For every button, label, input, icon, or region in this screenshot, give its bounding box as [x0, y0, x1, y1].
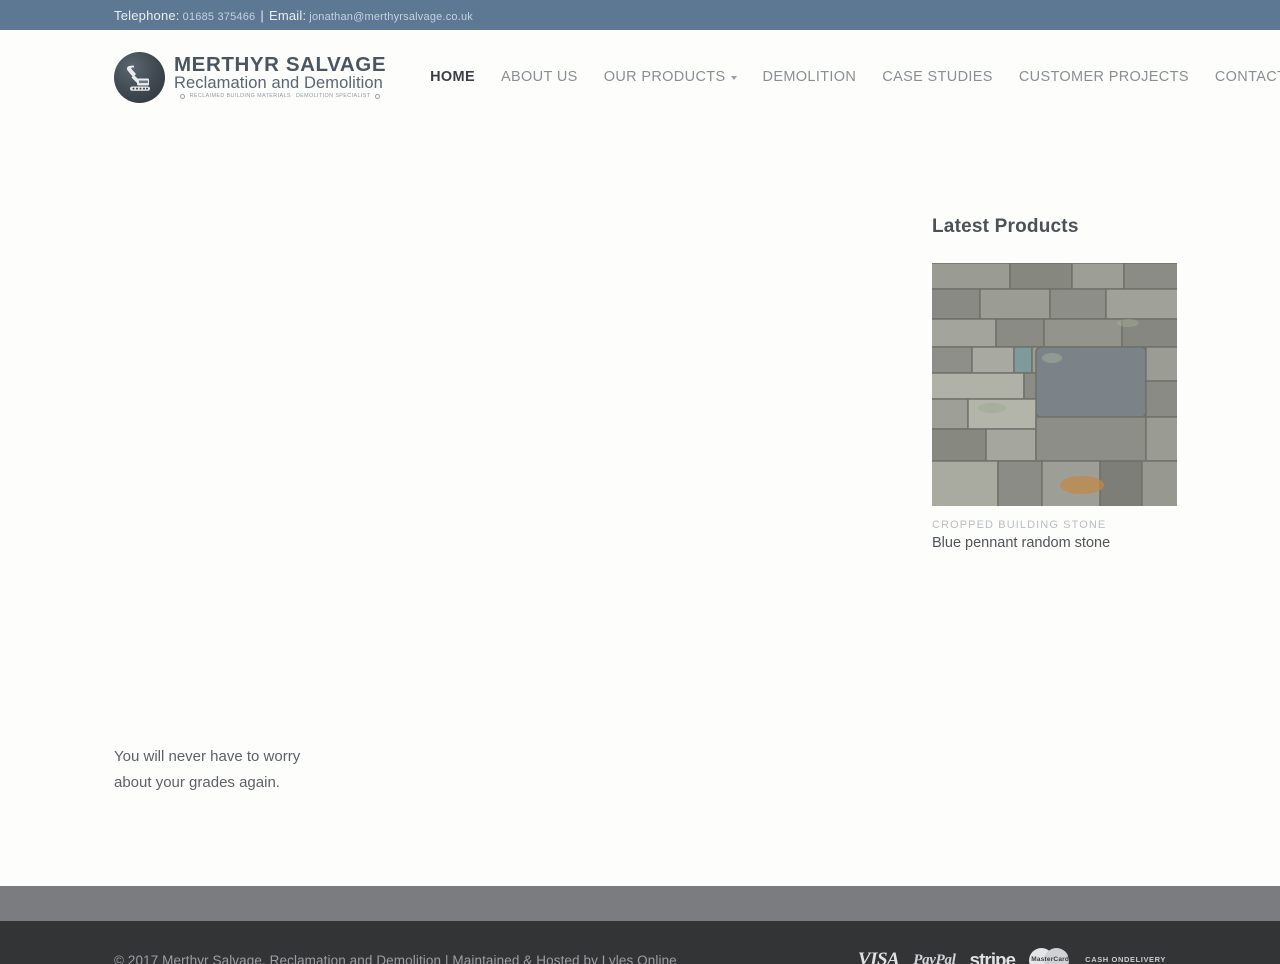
visa-icon: VISA [857, 949, 900, 964]
main-content-column: You will never have to worry about your … [114, 124, 874, 886]
product-category[interactable]: CROPPED BUILDING STONE [932, 519, 1177, 531]
latest-products-heading: Latest Products [932, 216, 1079, 237]
cod-line-1: CASH ON [1085, 955, 1124, 964]
cod-line-2: DELIVERY [1123, 955, 1166, 964]
paypal-icon: PayPal [913, 951, 956, 964]
nav-item-demolition[interactable]: DEMOLITION [750, 69, 870, 85]
nav-item-home[interactable]: HOME [417, 69, 488, 85]
nav-label-contact-us: CONTACT US [1214, 69, 1280, 85]
main-paragraph-line-2: about your grades again. [114, 774, 280, 792]
site-footer: © 2017 Merthyr Salvage, Reclamation and … [0, 921, 1280, 964]
logo-tagline: RECLAIMED BUILDING MATERIALS DEMOLITION … [174, 92, 386, 100]
logo-title: MERTHYR SALVAGE [174, 52, 387, 76]
nav-item-contact-us[interactable]: CONTACT US [1202, 69, 1280, 85]
nav-item-customer-projects[interactable]: CUSTOMER PROJECTS [1006, 69, 1202, 85]
nav-label-about-us: ABOUT US [501, 69, 578, 85]
page-body: You will never have to worry about your … [0, 124, 1280, 886]
telephone-label: Telephone: [114, 7, 180, 23]
main-navigation: HOME ABOUT US OUR PRODUCTS DEMOLITION CA… [417, 69, 1280, 85]
mastercard-label: MasterCard [1031, 955, 1070, 963]
mastercard-icon: MasterCard [1029, 947, 1071, 964]
sidebar: Latest Products CROPPED BUILDING STONE B… [874, 124, 1177, 886]
footer-divider-band [0, 886, 1280, 921]
logo-tagline-left: RECLAIMED BUILDING MATERIALS [189, 92, 291, 99]
main-paragraph: You will never have to worry about your … [114, 744, 300, 797]
main-paragraph-line-1: You will never have to worry [114, 748, 301, 765]
site-header: MERTHYR SALVAGE Reclamation and Demoliti… [0, 30, 1280, 124]
nav-label-home: HOME [430, 69, 476, 85]
email-label: Email: [268, 7, 307, 23]
nav-label-customer-projects: CUSTOMER PROJECTS [1018, 69, 1189, 85]
tagline-bullet-left-icon [179, 93, 185, 99]
top-contact-bar: Telephone: 01685 375466 | Email: jonatha… [0, 0, 1280, 30]
nav-label-case-studies: CASE STUDIES [882, 69, 993, 85]
product-title[interactable]: Blue pennant random stone [932, 535, 1177, 551]
chevron-down-icon [730, 76, 737, 80]
topbar-separator: | [260, 7, 264, 23]
stripe-icon: stripe [969, 949, 1016, 964]
nav-item-our-products[interactable]: OUR PRODUCTS [591, 69, 750, 85]
site-logo[interactable]: MERTHYR SALVAGE Reclamation and Demoliti… [114, 51, 387, 103]
product-thumbnail-image[interactable] [932, 263, 1177, 506]
logo-tagline-right: DEMOLITION SPECIALIST [295, 92, 371, 99]
nav-label-our-products: OUR PRODUCTS [603, 69, 726, 85]
nav-item-case-studies[interactable]: CASE STUDIES [869, 69, 1006, 85]
tagline-bullet-right-icon [375, 93, 381, 99]
telephone-number[interactable]: 01685 375466 [183, 11, 256, 23]
cash-on-delivery-icon: CASH ON DELIVERY [1085, 949, 1166, 964]
logo-subtitle: Reclamation and Demolition [174, 73, 383, 92]
payment-methods: VISA PayPal stripe MasterCard CASH ON DE… [857, 947, 1166, 964]
nav-label-demolition: DEMOLITION [762, 69, 857, 85]
footer-copyright: © 2017 Merthyr Salvage, Reclamation and … [114, 952, 677, 964]
email-address[interactable]: jonathan@merthyrsalvage.co.uk [309, 11, 473, 23]
product-card: CROPPED BUILDING STONE Blue pennant rand… [932, 263, 1177, 551]
excavator-logo-icon [114, 51, 165, 103]
nav-item-about-us[interactable]: ABOUT US [488, 69, 591, 85]
